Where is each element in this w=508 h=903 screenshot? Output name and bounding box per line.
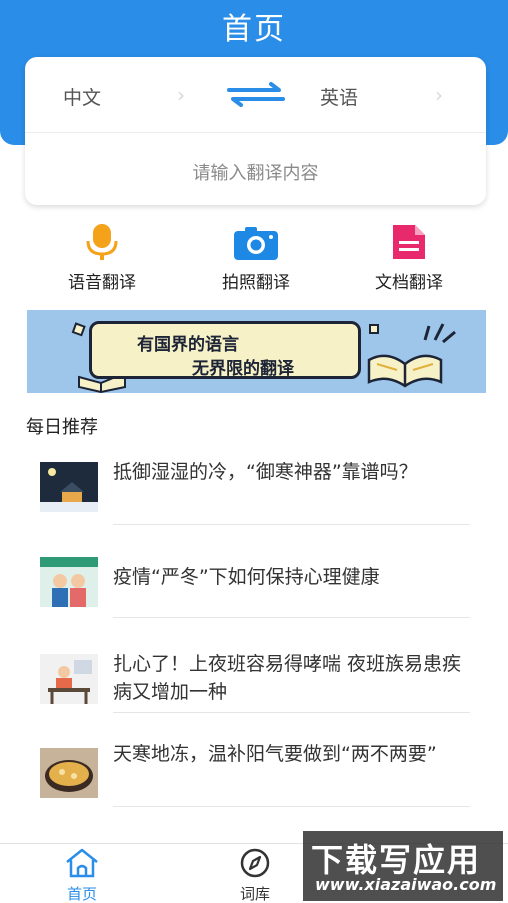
news-thumbnail (40, 462, 98, 512)
photo-translate-button[interactable]: 拍照翻译 (196, 223, 316, 293)
news-thumbnail (40, 654, 98, 704)
translate-input[interactable]: 请输入翻译内容 (25, 159, 486, 185)
microphone-icon (86, 224, 118, 260)
promo-banner[interactable]: 有国界的语言 无界限的翻译 (27, 310, 486, 393)
divider (113, 712, 470, 713)
source-language-selector[interactable]: 中文 (63, 83, 101, 110)
translate-card: 中文 › 英语 › 请输入翻译内容 (25, 57, 486, 205)
sparkle-lines-decoration (423, 323, 456, 344)
news-item[interactable]: 扎心了！上夜班容易得哮喘 夜班族易患疾病又增加一种 (0, 632, 508, 724)
compass-icon (240, 848, 270, 878)
chevron-right-icon: › (435, 83, 443, 107)
news-item[interactable]: 疫情“严冬”下如何保持心理健康 (0, 535, 508, 627)
document-icon (393, 225, 425, 259)
tab-home[interactable]: 首页 (52, 848, 112, 903)
document-translate-button[interactable]: 文档翻译 (349, 223, 469, 293)
banner-slogan-line1: 有国界的语言 (137, 335, 239, 355)
voice-translate-button[interactable]: 语音翻译 (42, 223, 162, 293)
language-selector-row: 中文 › 英语 › (25, 57, 486, 133)
divider (113, 806, 470, 807)
news-title: 天寒地冻，温补阳气要做到“两不两要” (113, 743, 437, 765)
news-thumbnail (40, 748, 98, 798)
home-icon (66, 848, 98, 878)
news-item[interactable]: 天寒地冻，温补阳气要做到“两不两要” (0, 728, 508, 820)
target-language-selector[interactable]: 英语 (320, 83, 358, 110)
news-title: 扎心了！上夜班容易得哮喘 夜班族易患疾病又增加一种 (113, 653, 462, 703)
sparkle-decoration (71, 322, 86, 337)
page-title: 首页 (222, 12, 286, 47)
daily-recommend-title: 每日推荐 (26, 417, 98, 438)
tab-dictionary[interactable]: 词库 (225, 848, 285, 903)
translation-tools: 语音翻译 拍照翻译 文档翻译 (0, 223, 508, 293)
swap-languages-icon[interactable] (225, 81, 287, 107)
voice-translate-label: 语音翻译 (68, 273, 136, 293)
photo-translate-label: 拍照翻译 (222, 273, 290, 293)
tab-home-label: 首页 (66, 885, 97, 903)
news-thumbnail (40, 557, 98, 607)
divider (113, 524, 470, 525)
news-title: 疫情“严冬”下如何保持心理健康 (113, 566, 380, 588)
banner-slogan-box: 有国界的语言 无界限的翻译 (89, 321, 361, 379)
camera-icon (234, 227, 278, 260)
news-title: 抵御湿湿的冷，“御寒神器”靠谱吗？ (113, 461, 418, 483)
watermark-url: www.xiazaiwao.com (315, 875, 497, 894)
news-item[interactable]: 抵御湿湿的冷，“御寒神器”靠谱吗？ (0, 440, 508, 532)
chevron-right-icon: › (177, 83, 185, 107)
banner-slogan-line2: 无界限的翻译 (192, 359, 294, 379)
open-book-illustration (367, 354, 443, 388)
tab-dictionary-label: 词库 (239, 885, 270, 903)
watermark: 下载写应用 www.xiazaiwao.com (303, 831, 503, 901)
sparkle-decoration (369, 324, 379, 334)
divider (113, 617, 470, 618)
document-translate-label: 文档翻译 (375, 273, 443, 293)
